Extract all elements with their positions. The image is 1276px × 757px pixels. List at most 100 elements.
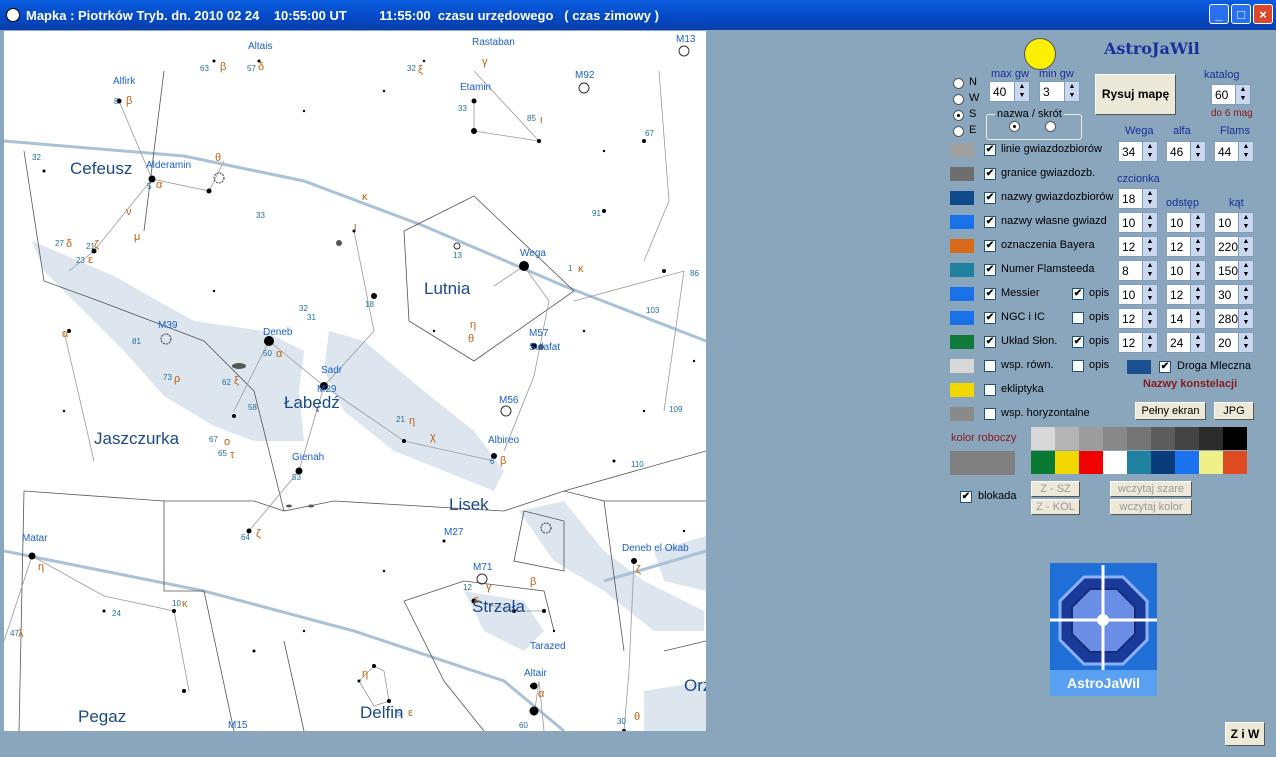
direction-radio-e[interactable] bbox=[953, 126, 964, 137]
direction-radio-w[interactable] bbox=[953, 94, 964, 105]
palette-swatch[interactable] bbox=[1175, 427, 1199, 450]
palette-swatch[interactable] bbox=[1223, 427, 1247, 450]
layer-description-checkbox[interactable]: ✔ bbox=[1072, 336, 1084, 348]
layer-font-spinner[interactable]: 12 ▲ ▼ bbox=[1118, 332, 1158, 353]
palette-swatch[interactable] bbox=[1103, 451, 1127, 474]
palette-swatch[interactable] bbox=[1031, 451, 1055, 474]
wega-spinner[interactable]: 34 ▲ ▼ bbox=[1118, 141, 1158, 162]
layer-color-swatch[interactable] bbox=[950, 335, 974, 349]
palette-swatch[interactable] bbox=[1175, 451, 1199, 474]
palette-swatch[interactable] bbox=[1199, 451, 1223, 474]
catalog-spinner[interactable]: 60 ▲ ▼ bbox=[1211, 84, 1251, 105]
app-icon[interactable] bbox=[6, 8, 20, 22]
palette-swatch[interactable] bbox=[1223, 451, 1247, 474]
layer-checkbox[interactable]: ✔ bbox=[984, 288, 996, 300]
jpg-button[interactable]: JPG bbox=[1214, 402, 1254, 420]
layer-offset-spinner[interactable]: 12 ▲ ▼ bbox=[1166, 236, 1206, 257]
abbrev-radio[interactable] bbox=[1045, 121, 1056, 132]
layer-color-swatch[interactable] bbox=[950, 407, 974, 421]
layer-description-checkbox[interactable] bbox=[1072, 312, 1084, 324]
milky-way-checkbox[interactable]: ✔ bbox=[1159, 361, 1171, 373]
layer-font-spinner[interactable]: 10 ▲ ▼ bbox=[1118, 212, 1158, 233]
layer-color-swatch[interactable] bbox=[950, 311, 974, 325]
layer-angle-spinner[interactable]: 150 ▲ ▼ bbox=[1214, 260, 1254, 281]
layer-description-checkbox[interactable] bbox=[1072, 360, 1084, 372]
layer-checkbox[interactable]: ✔ bbox=[984, 216, 996, 228]
layer-checkbox[interactable]: ✔ bbox=[984, 312, 996, 324]
layer-checkbox[interactable] bbox=[984, 384, 996, 396]
layer-color-swatch[interactable] bbox=[950, 191, 974, 205]
direction-radio-s[interactable] bbox=[953, 110, 964, 121]
max-gw-spinner[interactable]: 40 ▲ ▼ bbox=[989, 81, 1030, 102]
layer-font-spinner[interactable]: 12 ▲ ▼ bbox=[1118, 236, 1158, 257]
layer-color-swatch[interactable] bbox=[950, 167, 974, 181]
messier-label: M71 bbox=[473, 562, 493, 573]
layer-offset-spinner[interactable]: 10 ▲ ▼ bbox=[1166, 260, 1206, 281]
ziw-button[interactable]: Z i W bbox=[1225, 722, 1265, 746]
layer-color-swatch[interactable] bbox=[950, 359, 974, 373]
layer-angle-spinner[interactable]: 20 ▲ ▼ bbox=[1214, 332, 1254, 353]
alfa-spinner[interactable]: 46 ▲ ▼ bbox=[1166, 141, 1206, 162]
direction-radio-n[interactable] bbox=[953, 78, 964, 89]
flamsteed-number: 21 bbox=[396, 415, 405, 424]
layer-offset-spinner[interactable]: 10 ▲ ▼ bbox=[1166, 212, 1206, 233]
layer-checkbox[interactable]: ✔ bbox=[984, 144, 996, 156]
palette-swatch[interactable] bbox=[1103, 427, 1127, 450]
palette-swatch[interactable] bbox=[1127, 451, 1151, 474]
lock-checkbox[interactable]: ✔ bbox=[960, 491, 972, 503]
layer-angle-spinner[interactable]: 220 ▲ ▼ bbox=[1214, 236, 1254, 257]
palette-swatch[interactable] bbox=[1127, 427, 1151, 450]
layer-font-spinner[interactable]: 12 ▲ ▼ bbox=[1118, 308, 1158, 329]
flamsteed-number: 5 bbox=[397, 709, 402, 718]
layer-color-swatch[interactable] bbox=[950, 383, 974, 397]
layer-checkbox[interactable]: ✔ bbox=[984, 192, 996, 204]
load-gray-button[interactable]: wczytaj szare bbox=[1110, 481, 1192, 497]
layer-description-checkbox[interactable]: ✔ bbox=[1072, 288, 1084, 300]
layer-offset-spinner[interactable]: 24 ▲ ▼ bbox=[1166, 332, 1206, 353]
layer-checkbox[interactable]: ✔ bbox=[984, 336, 996, 348]
layer-angle-spinner[interactable]: 10 ▲ ▼ bbox=[1214, 212, 1254, 233]
layer-font-spinner[interactable]: 8 ▲ ▼ bbox=[1118, 260, 1158, 281]
palette-swatch[interactable] bbox=[1055, 451, 1079, 474]
load-color-button[interactable]: wczytaj kolor bbox=[1110, 499, 1192, 515]
close-button[interactable]: × bbox=[1253, 4, 1273, 24]
layer-angle-spinner[interactable]: 30 ▲ ▼ bbox=[1214, 284, 1254, 305]
working-color-swatch[interactable] bbox=[950, 451, 1015, 475]
fullscreen-button[interactable]: Pełny ekran bbox=[1135, 402, 1206, 420]
palette-swatch[interactable] bbox=[1079, 427, 1103, 450]
layer-checkbox[interactable]: ✔ bbox=[984, 168, 996, 180]
layer-color-swatch[interactable] bbox=[950, 263, 974, 277]
z-sz-button[interactable]: Z - SZ bbox=[1031, 481, 1080, 497]
min-gw-spinner[interactable]: 3 ▲ ▼ bbox=[1039, 81, 1080, 102]
layer-checkbox[interactable] bbox=[984, 408, 996, 420]
layer-font-spinner[interactable]: 18 ▲ ▼ bbox=[1118, 188, 1158, 209]
palette-swatch[interactable] bbox=[1055, 427, 1079, 450]
maximize-button[interactable]: □ bbox=[1231, 4, 1251, 24]
flams-spinner[interactable]: 44 ▲ ▼ bbox=[1214, 141, 1254, 162]
star-map[interactable]: Cefeusz Lutnia Łabędź Jaszczurka Lisek S… bbox=[4, 31, 706, 731]
layer-font-spinner[interactable]: 10 ▲ ▼ bbox=[1118, 284, 1158, 305]
layer-checkbox[interactable] bbox=[984, 360, 996, 372]
palette-swatch[interactable] bbox=[1079, 451, 1103, 474]
layer-color-swatch[interactable] bbox=[950, 143, 974, 157]
draw-map-button[interactable]: Rysuj mapę bbox=[1095, 74, 1176, 115]
palette-swatch[interactable] bbox=[1031, 427, 1055, 450]
layer-checkbox[interactable]: ✔ bbox=[984, 240, 996, 252]
layer-color-swatch[interactable] bbox=[950, 239, 974, 253]
layer-color-swatch[interactable] bbox=[950, 215, 974, 229]
flams-column-label: Flams bbox=[1220, 125, 1250, 137]
milky-way-color-swatch[interactable] bbox=[1127, 360, 1151, 374]
palette-swatch[interactable] bbox=[1151, 427, 1175, 450]
name-radio[interactable] bbox=[1009, 121, 1020, 132]
layer-offset-spinner[interactable]: 12 ▲ ▼ bbox=[1166, 284, 1206, 305]
layer-offset-spinner[interactable]: 14 ▲ ▼ bbox=[1166, 308, 1206, 329]
palette-swatch[interactable] bbox=[1151, 451, 1175, 474]
z-kol-button[interactable]: Z - KOL bbox=[1031, 499, 1080, 515]
layer-color-swatch[interactable] bbox=[950, 287, 974, 301]
minimize-button[interactable]: _ bbox=[1209, 4, 1229, 24]
logo: AstroJaWil bbox=[1050, 563, 1157, 696]
sun-icon[interactable] bbox=[1024, 38, 1056, 70]
layer-checkbox[interactable]: ✔ bbox=[984, 264, 996, 276]
layer-angle-spinner[interactable]: 280 ▲ ▼ bbox=[1214, 308, 1254, 329]
palette-swatch[interactable] bbox=[1199, 427, 1223, 450]
